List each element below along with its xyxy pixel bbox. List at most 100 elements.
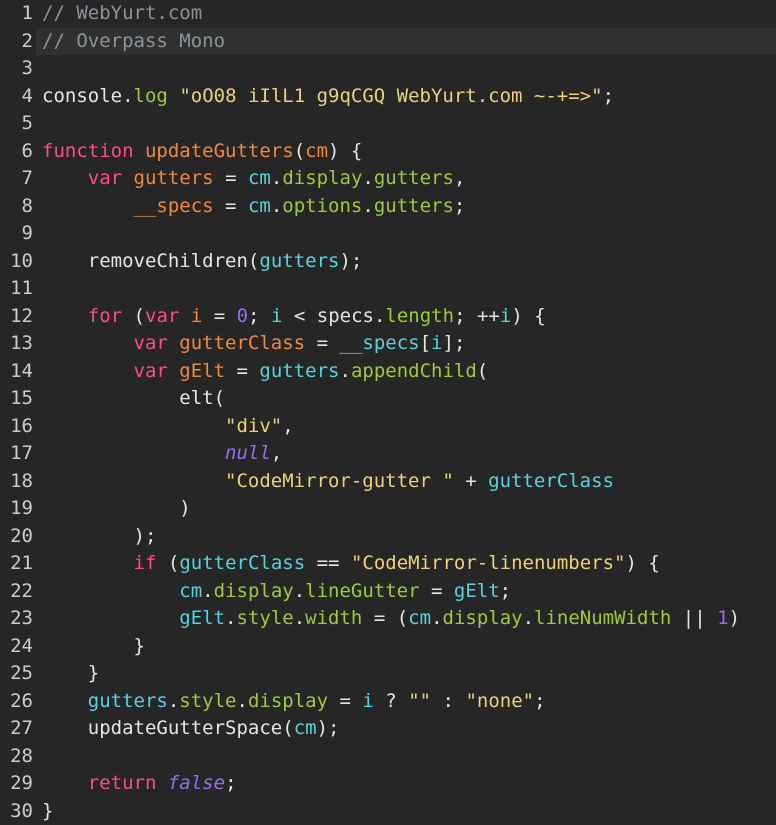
code-line[interactable]: 2 // Overpass Mono [0,27,776,55]
code-token: ] [442,332,454,354]
code-token: elt [179,387,214,409]
code-line[interactable]: 28 [0,743,776,771]
code-token: appendChild [350,359,477,382]
code-line[interactable]: 23 gElt.style.width = (cm.display.lineNu… [0,605,776,633]
code-line-content[interactable]: // WebYurt.com [36,0,776,28]
code-token: { [339,139,363,162]
code-line[interactable]: 6 function updateGutters(cm) { [0,138,776,166]
line-number: 17 [10,442,33,464]
line-number: 18 [10,469,33,492]
code-line-content[interactable]: removeChildren(gutters); [36,248,776,276]
code-line-content[interactable]: var gutterClass = __specs[i]; [36,330,776,358]
code-editor[interactable]: 1// WebYurt.com 2// Overpass Mono 3 4 consol… [0,0,776,825]
code-line[interactable]: 27 updateGutterSpace(cm); [0,715,776,743]
code-token: gutterClass [179,552,306,574]
code-line-content[interactable]: null, [36,440,776,468]
code-line[interactable]: 13 var gutterClass = __specs[i]; [0,330,776,358]
code-token: ; [328,717,340,739]
code-token: style [236,607,294,629]
code-line-content[interactable] [36,55,776,83]
code-line-content[interactable] [36,220,776,248]
code-line[interactable]: 14 var gElt = gutters.appendChild( [0,358,776,386]
code-line-content[interactable]: "div", [36,413,776,441]
code-line-content[interactable]: return false; [36,770,776,798]
code-line[interactable]: 4 console.log "oO08 iIlL1 g9qCGQ WebYurt.… [0,83,776,111]
code-token: var [133,332,168,354]
code-line-content[interactable]: for (var i = 0; i < specs.length; ++i) { [36,303,776,331]
line-number: 1 [21,2,33,24]
code-line[interactable]: 15 elt( [0,385,776,413]
code-line-content[interactable]: updateGutterSpace(cm); [36,715,776,743]
code-token: ; [453,194,466,217]
code-line[interactable]: 8 __specs = cm.options.gutters; [0,193,776,221]
code-line-content[interactable]: elt( [36,385,776,413]
code-line-content[interactable]: var gElt = gutters.appendChild( [36,358,776,386]
code-token: . [202,579,214,602]
code-line-content[interactable]: "CodeMirror-gutter " + gutterClass [36,468,776,496]
code-line-content[interactable]: gElt.style.width = (cm.display.lineNumWi… [36,605,776,633]
code-line-content[interactable]: gutters.style.display = i ? "" : "none"; [36,688,776,716]
code-line-content[interactable] [36,275,776,303]
code-line-content[interactable]: ); [36,523,776,551]
code-line[interactable]: 1 // WebYurt.com [0,0,776,28]
code-line-content[interactable]: } [36,633,776,661]
line-number: 7 [21,167,33,189]
code-token: null [225,442,271,464]
code-line[interactable]: 19 ) [0,495,776,523]
code-line[interactable]: 3 [0,55,776,83]
code-token: console [42,84,123,107]
code-line-content[interactable]: var gutters = cm.display.gutters, [36,165,776,193]
code-line[interactable]: 11 [0,275,776,303]
code-token: { [522,304,546,327]
code-token: var [133,359,168,382]
code-line-content[interactable]: ) [36,495,776,523]
line-number: 25 [10,662,33,684]
code-token: . [522,607,535,629]
code-line[interactable]: 21 if (gutterClass == "CodeMirror-linenu… [0,550,776,578]
code-line[interactable]: 12 for (var i = 0; i < specs.length; ++i… [0,303,776,331]
code-line-content[interactable] [36,110,776,138]
code-line[interactable]: 10 removeChildren(gutters); [0,248,776,276]
code-line[interactable]: 22 cm.display.lineGutter = gElt; [0,578,776,606]
code-line[interactable]: 5 [0,110,776,138]
code-line[interactable]: 18 "CodeMirror-gutter " + gutterClass [0,468,776,496]
code-line[interactable]: 26 gutters.style.display = i ? "" : "non… [0,688,776,716]
code-line-content[interactable] [36,743,776,771]
code-token: display [213,579,294,602]
code-line-content[interactable]: __specs = cm.options.gutters; [36,193,776,221]
code-line[interactable]: 20 ); [0,523,776,551]
code-token: ; [144,524,157,547]
code-line-content[interactable]: } [36,660,776,688]
code-token: cm [179,579,203,602]
code-line-content[interactable]: cm.display.lineGutter = gElt; [36,578,776,606]
code-token: gElt [179,359,226,382]
code-line[interactable]: 30} [0,798,776,825]
code-token: . [362,167,374,189]
code-line-content[interactable]: console.log "oO08 iIlL1 g9qCGQ WebYurt.c… [36,83,776,111]
code-token: display [247,689,329,712]
code-line[interactable]: 7 var gutters = cm.display.gutters, [0,165,776,193]
code-line-content[interactable]: function updateGutters(cm) { [36,138,776,166]
code-line-content[interactable]: if (gutterClass == "CodeMirror-linenumbe… [36,550,776,578]
code-token: . [167,689,180,712]
code-line-content[interactable]: } [36,798,776,825]
code-line-content[interactable]: // Overpass Mono [36,27,776,55]
code-line[interactable]: 17 null, [0,440,776,468]
code-line[interactable]: 29 return false; [0,770,776,798]
code-token: = [225,167,237,189]
code-line[interactable]: 9 [0,220,776,248]
code-line[interactable]: 25 } [0,660,776,688]
code-token: lineGutter [305,579,420,602]
code-line[interactable]: 24 } [0,633,776,661]
code-token: ; [499,579,512,602]
code-line[interactable]: 16 "div", [0,413,776,441]
code-token: "" [408,689,432,712]
